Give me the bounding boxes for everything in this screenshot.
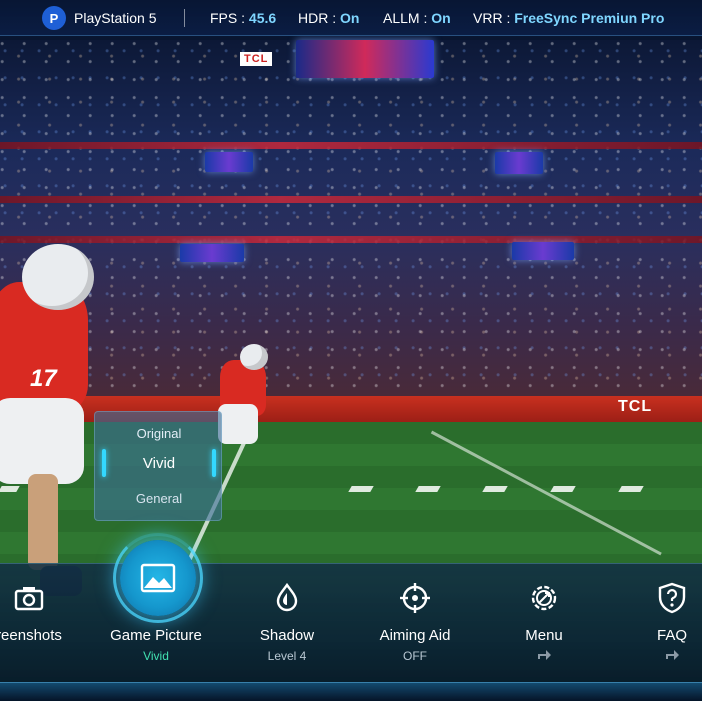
- yard-marker: [550, 486, 576, 492]
- crosshair-icon: [400, 583, 430, 613]
- stadium-screen: [512, 242, 574, 260]
- helmet: [22, 244, 94, 310]
- pants: [218, 404, 258, 444]
- pants: [0, 398, 84, 484]
- dock-label-screenshots: reenshots: [0, 627, 62, 644]
- vrr-label: VRR :: [473, 10, 511, 26]
- leg: [28, 474, 58, 570]
- dock-label-faq: FAQ: [656, 627, 687, 644]
- dock-sub-shadow: Level 4: [267, 649, 307, 663]
- fps-label: FPS :: [210, 10, 246, 26]
- dock-label-menu: Menu: [525, 627, 563, 644]
- wall-logo: TCL: [618, 398, 653, 415]
- dock-sub-game-picture: Vivid: [143, 649, 169, 663]
- menu-gear-icon: [531, 585, 557, 611]
- option-general[interactable]: General: [95, 491, 223, 506]
- fps-value: 45.6: [248, 10, 277, 26]
- top-sign: TCL: [240, 52, 273, 66]
- picture-mode-selector[interactable]: Original Vivid General: [94, 411, 222, 521]
- arrow-icon: [666, 650, 679, 660]
- helmet: [240, 344, 268, 370]
- dock-sub-aiming-aid: OFF: [403, 649, 427, 663]
- vrr-readout: VRR : FreeSync Premiun Pro: [473, 10, 664, 26]
- shadow-drop-icon: [276, 582, 298, 612]
- hdr-value: On: [340, 10, 360, 26]
- game-picture-button[interactable]: [120, 540, 196, 616]
- faq-shield-icon: [658, 582, 686, 614]
- status-bar: P PlayStation 5 FPS : 45.6 HDR : On ALLM…: [0, 0, 702, 36]
- stadium-screen: [180, 244, 244, 262]
- yard-marker: [415, 486, 441, 492]
- yard-marker: [0, 486, 20, 492]
- yard-marker: [348, 486, 374, 492]
- jersey-number: 17: [30, 365, 57, 392]
- camera-icon: [14, 587, 44, 611]
- stand-ribbon: [0, 236, 702, 243]
- dock-bottom-edge: [0, 682, 702, 701]
- stand-ribbon: [0, 196, 702, 203]
- console-name: PlayStation 5: [74, 10, 157, 26]
- allm-value: On: [431, 10, 451, 26]
- jumbotron: [296, 40, 434, 78]
- dock-label-aiming-aid: Aiming Aid: [379, 627, 451, 644]
- fps-readout: FPS : 45.6: [210, 10, 276, 26]
- crowd-stands: [0, 40, 702, 400]
- picture-icon: [140, 563, 176, 593]
- stadium-screen: [495, 152, 543, 174]
- arrow-icon: [538, 650, 551, 660]
- option-original[interactable]: Original: [95, 426, 223, 441]
- dock-label-game-picture: Game Picture: [110, 627, 202, 644]
- allm-label: ALLM :: [383, 10, 428, 26]
- option-vivid[interactable]: Vivid: [95, 455, 223, 472]
- divider: [184, 9, 185, 27]
- stand-ribbon: [0, 142, 702, 149]
- yard-marker: [618, 486, 644, 492]
- vrr-value: FreeSync Premiun Pro: [514, 10, 665, 26]
- stadium-screen: [205, 152, 253, 172]
- selection-marker-right: [212, 449, 216, 477]
- allm-readout: ALLM : On: [383, 10, 451, 26]
- hdr-readout: HDR : On: [298, 10, 359, 26]
- dock-label-shadow: Shadow: [259, 627, 315, 644]
- playstation-icon: P: [42, 6, 66, 30]
- hdr-label: HDR :: [298, 10, 337, 26]
- yard-marker: [482, 486, 508, 492]
